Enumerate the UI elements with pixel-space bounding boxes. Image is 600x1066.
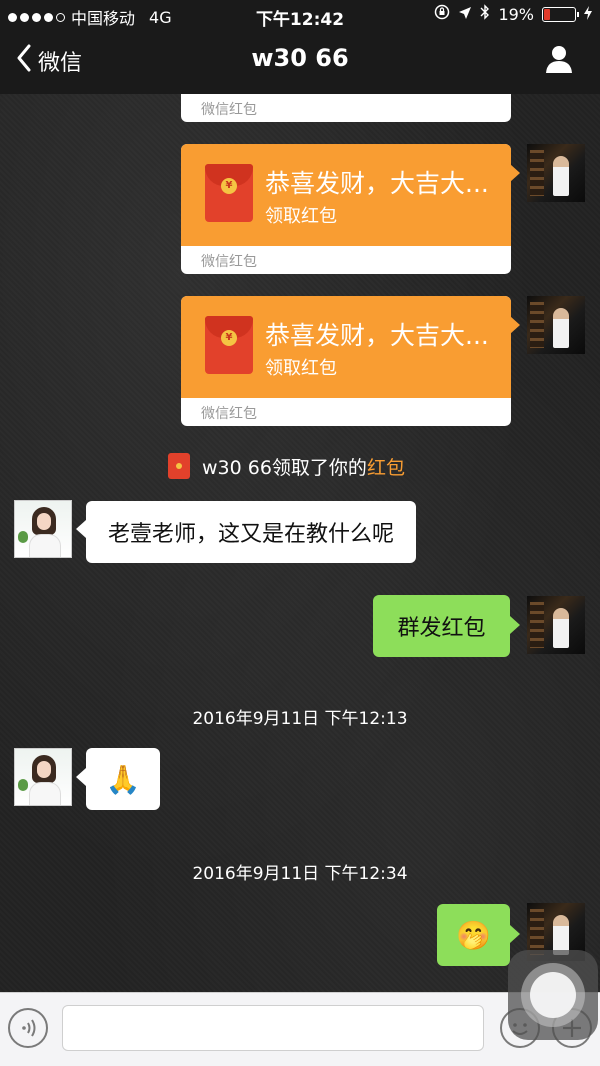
red-packet-footer: 微信红包	[201, 102, 257, 118]
message-timestamp: 2016年9月11日 下午12:13	[192, 709, 408, 729]
red-packet-received-notice: w30 66领取了你的红包	[168, 450, 405, 482]
message-input[interactable]	[62, 1005, 484, 1051]
bluetooth-icon	[480, 4, 490, 24]
outgoing-message[interactable]: 群发红包	[373, 595, 510, 657]
my-avatar[interactable]	[527, 144, 585, 202]
charging-icon	[584, 5, 592, 24]
red-envelope-icon: ¥	[205, 164, 253, 222]
my-avatar[interactable]	[527, 596, 585, 654]
contact-avatar[interactable]	[14, 748, 72, 806]
red-packet-title: 恭喜发财，大吉大...	[265, 321, 489, 350]
chat-info-button[interactable]	[544, 44, 574, 78]
red-envelope-icon	[168, 453, 190, 479]
red-packet-footer: 微信红包	[201, 254, 257, 270]
orientation-lock-icon	[434, 4, 450, 24]
red-packet-action: 领取红包	[265, 358, 337, 379]
incoming-message[interactable]: 老壹老师，这又是在教什么呢	[86, 501, 417, 563]
red-packet-title: 恭喜发财，大吉大...	[265, 169, 489, 198]
incoming-emoji-message[interactable]: 🙏	[86, 748, 160, 810]
notice-text: w30 66领取了你的	[202, 456, 367, 479]
red-packet-footer: 微信红包	[201, 406, 257, 422]
chat-title: w30 66	[251, 44, 349, 72]
battery-percent: 19%	[498, 4, 534, 24]
red-packet-action: 领取红包	[265, 206, 337, 227]
status-bar: 中国移动 4G 下午12:42 19%	[0, 0, 600, 30]
location-icon	[458, 5, 472, 24]
person-icon	[546, 46, 572, 73]
battery-icon	[542, 6, 579, 22]
assistive-touch-button[interactable]	[508, 950, 598, 1040]
red-envelope-icon: ¥	[205, 316, 253, 374]
voice-input-button[interactable]	[8, 1008, 48, 1048]
contact-avatar[interactable]	[14, 500, 72, 558]
red-packet-message[interactable]: ¥ 恭喜发财，大吉大... 领取红包 微信红包	[181, 144, 511, 274]
outgoing-emoji-message[interactable]: 🤭	[437, 904, 510, 966]
status-right: 19%	[434, 4, 592, 24]
red-packet-link[interactable]: 红包	[367, 457, 405, 479]
message-timestamp: 2016年9月11日 下午12:34	[192, 864, 408, 884]
my-avatar[interactable]	[527, 296, 585, 354]
voice-icon	[22, 1019, 36, 1037]
red-packet-message[interactable]: ¥ 恭喜发财，大吉大... 领取红包 微信红包	[181, 296, 511, 426]
